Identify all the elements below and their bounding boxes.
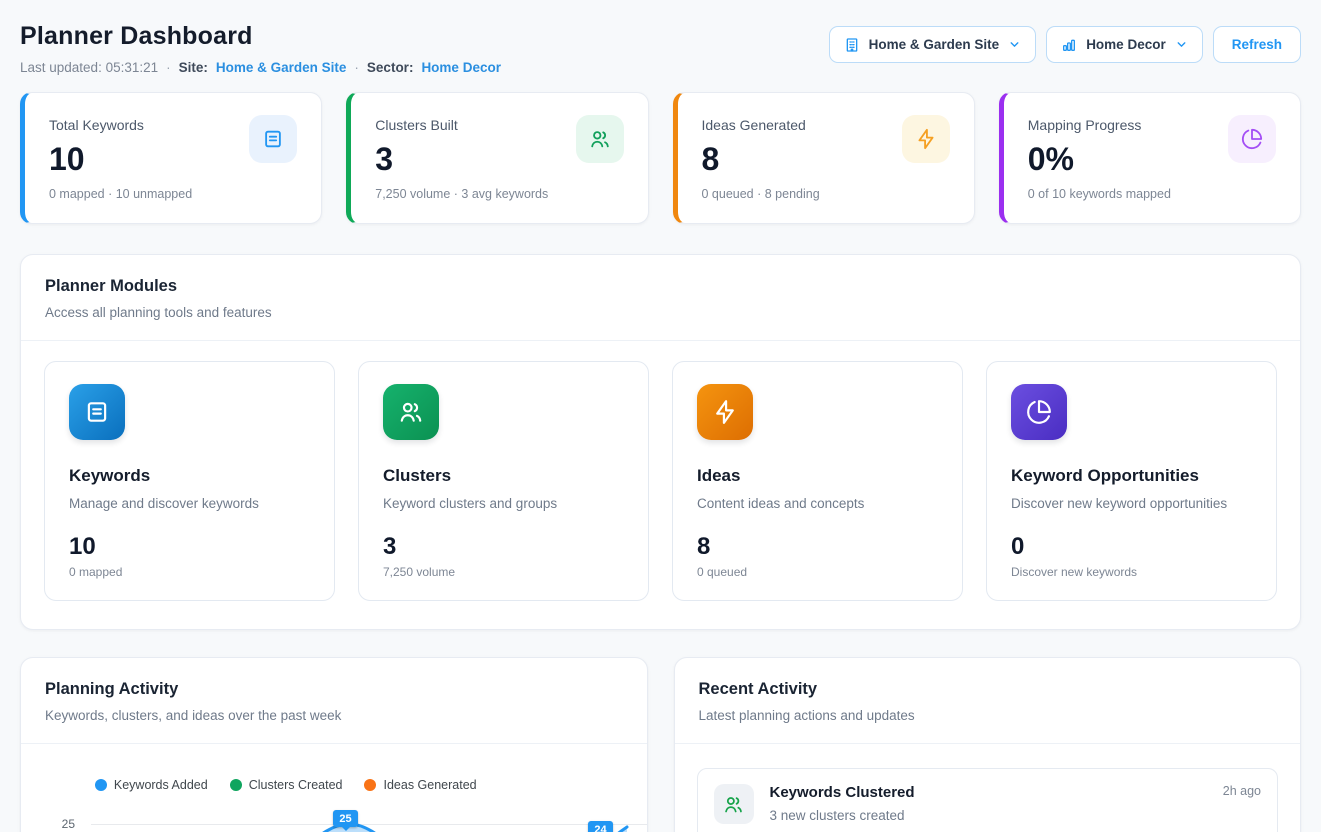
users-icon (383, 384, 439, 440)
building-icon (844, 37, 860, 53)
site-dropdown-label: Home & Garden Site (869, 37, 1000, 52)
recent-activity-header: Recent Activity Latest planning actions … (675, 658, 1301, 743)
module-description: Discover new keyword opportunities (1011, 496, 1252, 511)
stat-card-clusters-built: Clusters Built 3 7,250 volume · 3 avg ke… (346, 92, 648, 224)
module-title: Clusters (383, 466, 624, 486)
module-card-ideas[interactable]: Ideas Content ideas and concepts 8 0 que… (672, 361, 963, 601)
document-icon (249, 115, 297, 163)
module-description: Content ideas and concepts (697, 496, 938, 511)
bottom-row: Planning Activity Keywords, clusters, an… (20, 657, 1301, 832)
document-icon (69, 384, 125, 440)
module-description: Keyword clusters and groups (383, 496, 624, 511)
page-meta: Last updated: 05:31:21 · Site: Home & Ga… (20, 60, 501, 75)
stat-card-ideas-generated: Ideas Generated 8 0 queued · 8 pending (673, 92, 975, 224)
site-link[interactable]: Home & Garden Site (216, 60, 347, 75)
header-controls: Home & Garden Site Home Decor Refresh (829, 26, 1301, 63)
module-subtext: 0 mapped (69, 565, 310, 579)
section-subtitle: Access all planning tools and features (45, 305, 1276, 320)
bar-chart-icon (1061, 37, 1077, 53)
data-point-label: 25 (333, 810, 358, 827)
pie-chart-icon (1011, 384, 1067, 440)
stat-card-total-keywords: Total Keywords 10 0 mapped · 10 unmapped (20, 92, 322, 224)
last-updated-text: Last updated: 05:31:21 (20, 60, 158, 75)
module-title: Keyword Opportunities (1011, 466, 1252, 486)
activity-description: 3 new clusters created (770, 808, 1262, 823)
planning-activity-panel: Planning Activity Keywords, clusters, an… (20, 657, 648, 832)
activity-title: Keywords Clustered (770, 784, 915, 801)
module-subtext: 7,250 volume (383, 565, 624, 579)
module-value: 10 (69, 533, 310, 561)
module-value: 8 (697, 533, 938, 561)
activity-timestamp: 2h ago (1223, 784, 1261, 798)
refresh-button[interactable]: Refresh (1213, 26, 1301, 63)
section-title: Planning Activity (45, 680, 623, 699)
sector-dropdown[interactable]: Home Decor (1046, 26, 1203, 63)
refresh-button-label: Refresh (1232, 37, 1282, 52)
header-left: Planner Dashboard Last updated: 05:31:21… (20, 22, 501, 75)
sector-dropdown-label: Home Decor (1086, 37, 1166, 52)
sector-link[interactable]: Home Decor (421, 60, 501, 75)
activity-chart: Keywords Added Clusters Created Ideas Ge… (21, 744, 647, 832)
planner-modules-panel: Planner Modules Access all planning tool… (20, 254, 1301, 630)
meta-separator: · (354, 60, 359, 75)
stat-subtext: 0 queued · 8 pending (702, 187, 950, 201)
module-title: Keywords (69, 466, 310, 486)
modules-grid: Keywords Manage and discover keywords 10… (21, 341, 1300, 629)
page-title: Planner Dashboard (20, 22, 501, 51)
planner-modules-header: Planner Modules Access all planning tool… (21, 255, 1300, 340)
chevron-down-icon (1175, 38, 1188, 51)
chevron-down-icon (1008, 38, 1021, 51)
site-dropdown[interactable]: Home & Garden Site (829, 26, 1037, 63)
page-header: Planner Dashboard Last updated: 05:31:21… (20, 22, 1301, 75)
divider (675, 743, 1301, 744)
module-value: 3 (383, 533, 624, 561)
recent-activity-panel: Recent Activity Latest planning actions … (674, 657, 1302, 832)
pie-chart-icon (1228, 115, 1276, 163)
section-title: Planner Modules (45, 277, 1276, 296)
section-title: Recent Activity (699, 680, 1277, 699)
meta-separator: · (166, 60, 171, 75)
users-icon (714, 784, 754, 824)
activity-item-body: Keywords Clustered 2h ago 3 new clusters… (770, 784, 1262, 824)
module-card-clusters[interactable]: Clusters Keyword clusters and groups 3 7… (358, 361, 649, 601)
sector-label: Sector: (367, 60, 414, 75)
section-subtitle: Keywords, clusters, and ideas over the p… (45, 708, 623, 723)
data-point-label: 24 (588, 821, 613, 832)
stat-card-mapping-progress: Mapping Progress 0% 0 of 10 keywords map… (999, 92, 1301, 224)
users-icon (576, 115, 624, 163)
lightning-icon (902, 115, 950, 163)
module-subtext: 0 queued (697, 565, 938, 579)
activity-item-keywords-clustered[interactable]: Keywords Clustered 2h ago 3 new clusters… (697, 768, 1279, 832)
lightning-icon (697, 384, 753, 440)
module-title: Ideas (697, 466, 938, 486)
module-card-keyword-opportunities[interactable]: Keyword Opportunities Discover new keywo… (986, 361, 1277, 601)
module-value: 0 (1011, 533, 1252, 561)
stat-subtext: 7,250 volume · 3 avg keywords (375, 187, 623, 201)
stat-subtext: 0 of 10 keywords mapped (1028, 187, 1276, 201)
planning-activity-header: Planning Activity Keywords, clusters, an… (21, 658, 647, 743)
module-subtext: Discover new keywords (1011, 565, 1252, 579)
section-subtitle: Latest planning actions and updates (699, 708, 1277, 723)
stat-subtext: 0 mapped · 10 unmapped (49, 187, 297, 201)
stat-cards-row: Total Keywords 10 0 mapped · 10 unmapped… (20, 92, 1301, 224)
module-card-keywords[interactable]: Keywords Manage and discover keywords 10… (44, 361, 335, 601)
module-description: Manage and discover keywords (69, 496, 310, 511)
site-label: Site: (179, 60, 208, 75)
